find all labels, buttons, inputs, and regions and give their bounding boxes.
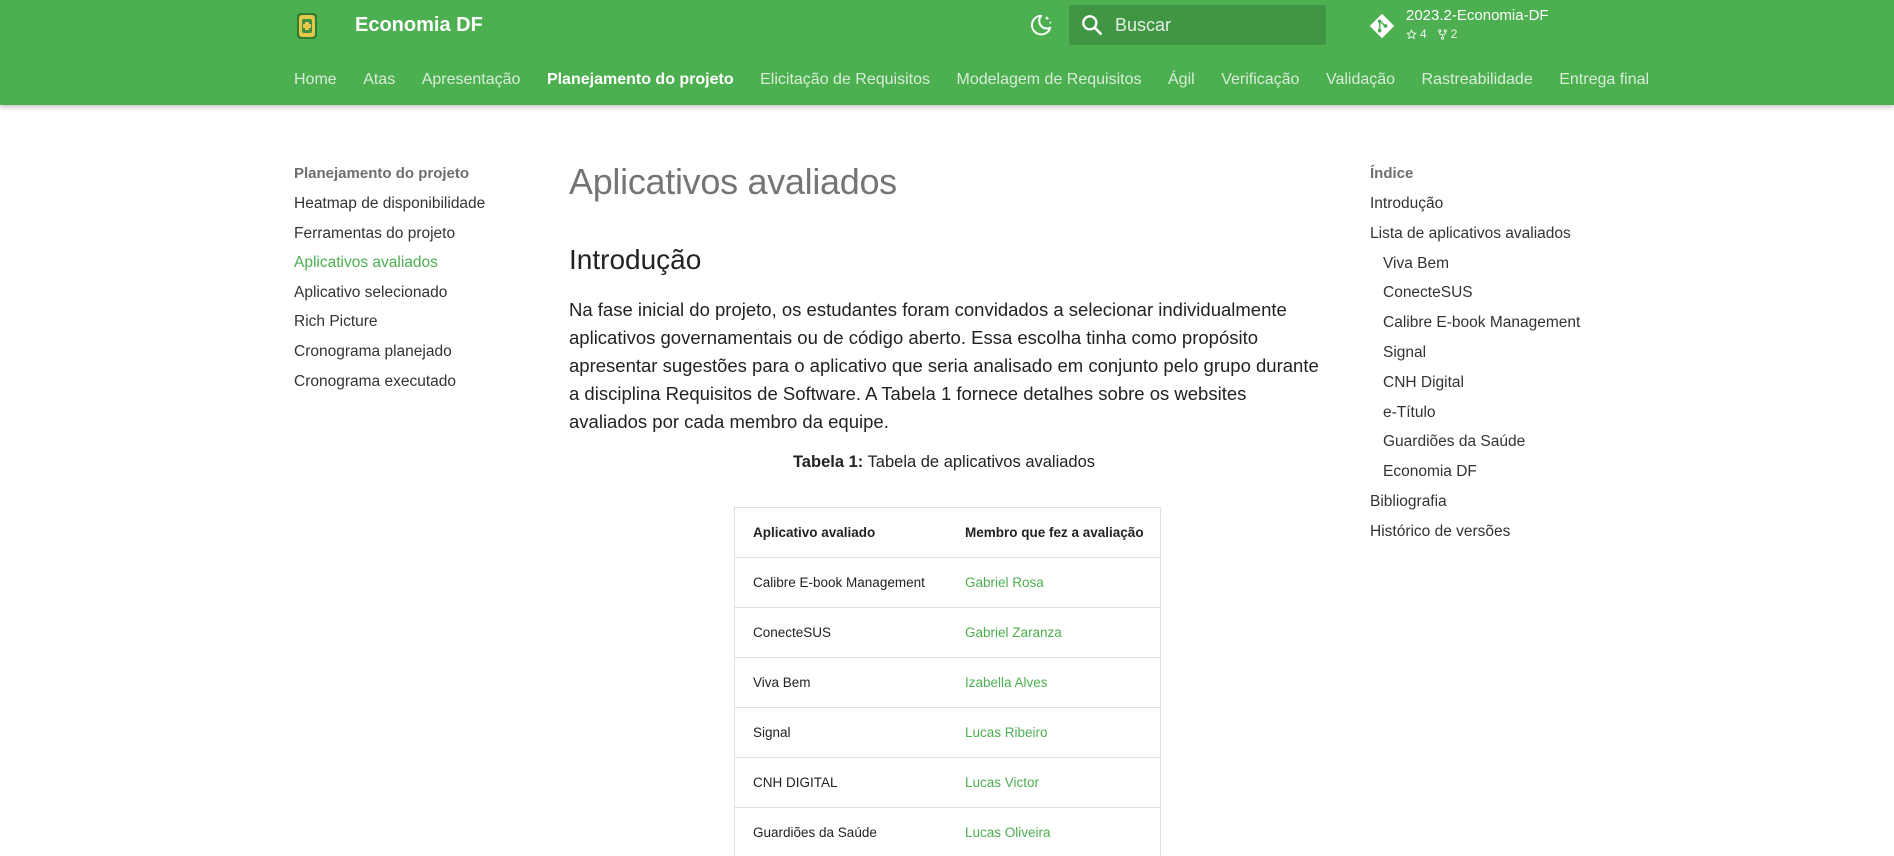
- tab-apresentacao[interactable]: Apresentação: [422, 68, 521, 92]
- toc-item-introducao[interactable]: Introdução: [1370, 193, 1630, 215]
- member-link[interactable]: Lucas Victor: [947, 756, 1160, 807]
- toc-item-conectesus[interactable]: ConecteSUS: [1370, 282, 1630, 304]
- toc-item-calibre[interactable]: Calibre E-book Management: [1370, 312, 1630, 334]
- member-link[interactable]: Lucas Ribeiro: [947, 706, 1160, 757]
- tab-planejamento-do-projeto[interactable]: Planejamento do projeto: [547, 68, 734, 92]
- nav-item-cronograma-executado[interactable]: Cronograma executado: [294, 371, 524, 393]
- app-cell: Signal: [735, 706, 947, 757]
- tab-agil[interactable]: Ágil: [1168, 68, 1195, 92]
- nav-item-heatmap[interactable]: Heatmap de disponibilidade: [294, 193, 524, 215]
- app-cell: ConecteSUS: [735, 606, 947, 657]
- column-header-member: Membro que fez a avaliação: [965, 524, 1144, 540]
- table-row: Guardiões da Saúde Lucas Oliveira: [735, 806, 1160, 856]
- toc-item-e-titulo[interactable]: e-Título: [1370, 402, 1630, 424]
- dark-mode-icon[interactable]: [1028, 12, 1054, 38]
- tab-entrega-final[interactable]: Entrega final: [1559, 68, 1649, 92]
- repository-facts: 4 2: [1406, 26, 1549, 42]
- member-link[interactable]: Gabriel Rosa: [947, 556, 1160, 607]
- table-row: CNH DIGITAL Lucas Victor: [735, 756, 1160, 807]
- toc-item-bibliografia[interactable]: Bibliografia: [1370, 491, 1630, 513]
- section-navigation: Planejamento do projeto Heatmap de dispo…: [294, 163, 524, 400]
- app-cell: CNH DIGITAL: [735, 756, 947, 807]
- section-heading-introducao: Introdução: [569, 244, 702, 275]
- fork-icon: [1437, 28, 1447, 40]
- repository-forks: 2: [1437, 26, 1458, 42]
- intro-paragraph: Na fase inicial do projeto, os estudante…: [569, 299, 1319, 432]
- table-caption: Tabela 1: Tabela de aplicativos avaliado…: [569, 451, 1319, 473]
- git-icon: [1369, 13, 1395, 39]
- toc-item-lista-de-aplicativos[interactable]: Lista de aplicativos avaliados: [1370, 223, 1630, 245]
- repository-stars: 4: [1406, 26, 1427, 42]
- member-link[interactable]: Gabriel Zaranza: [947, 606, 1160, 657]
- tab-elicitacao-de-requisitos[interactable]: Elicitação de Requisitos: [760, 68, 930, 92]
- nav-item-cronograma-planejado[interactable]: Cronograma planejado: [294, 341, 524, 363]
- star-icon: [1406, 28, 1417, 39]
- nav-item-aplicativo-selecionado[interactable]: Aplicativo selecionado: [294, 282, 524, 304]
- repository-name: 2023.2-Economia-DF: [1406, 7, 1549, 24]
- table-header-row: Aplicativo avaliado Membro que fez a ava…: [735, 508, 1160, 557]
- app-logo-icon[interactable]: [294, 12, 320, 40]
- table-caption-label: Tabela 1:: [792, 453, 864, 471]
- toc-item-viva-bem[interactable]: Viva Bem: [1370, 253, 1630, 275]
- toc-heading: Índice: [1370, 165, 1414, 182]
- search-box[interactable]: [1069, 5, 1326, 45]
- toc-item-guardioes-da-saude[interactable]: Guardiões da Saúde: [1370, 431, 1630, 453]
- main-content: Aplicativos avaliados Introdução Na fase…: [569, 160, 1319, 856]
- app-cell: Viva Bem: [735, 656, 947, 707]
- tab-rastreabilidade[interactable]: Rastreabilidade: [1422, 68, 1533, 92]
- top-header: Economia DF 2023.2-Economia-DF: [0, 0, 1894, 105]
- toc-item-signal[interactable]: Signal: [1370, 342, 1630, 364]
- page-title: Aplicativos avaliados: [569, 161, 897, 202]
- apps-table: Aplicativo avaliado Membro que fez a ava…: [734, 507, 1161, 856]
- nav-item-aplicativos-avaliados[interactable]: Aplicativos avaliados: [294, 252, 524, 274]
- search-input[interactable]: [1115, 14, 1315, 36]
- member-link[interactable]: Izabella Alves: [947, 656, 1160, 707]
- table-row: Calibre E-book Management Gabriel Rosa: [735, 556, 1160, 607]
- forks-count: 2: [1450, 27, 1458, 41]
- app-cell: Guardiões da Saúde: [735, 806, 947, 856]
- tab-validacao[interactable]: Validação: [1326, 68, 1395, 92]
- tab-modelagem-de-requisitos[interactable]: Modelagem de Requisitos: [957, 68, 1142, 92]
- nav-item-rich-picture[interactable]: Rich Picture: [294, 311, 524, 333]
- toc-item-economia-df[interactable]: Economia DF: [1370, 461, 1630, 483]
- toc-item-historico-de-versoes[interactable]: Histórico de versões: [1370, 521, 1630, 543]
- member-link[interactable]: Lucas Oliveira: [947, 806, 1160, 856]
- stars-count: 4: [1420, 27, 1427, 41]
- section-nav-heading: Planejamento do projeto: [294, 165, 470, 182]
- tab-home[interactable]: Home: [294, 68, 337, 92]
- nav-item-ferramentas[interactable]: Ferramentas do projeto: [294, 223, 524, 245]
- tab-verificacao[interactable]: Verificação: [1221, 68, 1299, 92]
- repository-link[interactable]: 2023.2-Economia-DF 4 2: [1368, 7, 1549, 47]
- tab-atas[interactable]: Atas: [363, 68, 395, 92]
- site-title[interactable]: Economia DF: [355, 12, 483, 39]
- table-of-contents: Índice Introdução Lista de aplicativos a…: [1370, 163, 1630, 551]
- repository-info: 2023.2-Economia-DF 4 2: [1406, 7, 1549, 47]
- column-header-app: Aplicativo avaliado: [753, 524, 876, 540]
- table-caption-text: Tabela de aplicativos avaliados: [863, 453, 1096, 471]
- toc-item-cnh-digital[interactable]: CNH Digital: [1370, 372, 1630, 394]
- search-icon: [1082, 15, 1102, 35]
- table-row: Signal Lucas Ribeiro: [735, 706, 1160, 757]
- table-row: Viva Bem Izabella Alves: [735, 656, 1160, 707]
- main-tabs: Home Atas Apresentação Planejamento do p…: [294, 68, 1676, 92]
- table-row: ConecteSUS Gabriel Zaranza: [735, 606, 1160, 657]
- app-cell: Calibre E-book Management: [735, 556, 947, 607]
